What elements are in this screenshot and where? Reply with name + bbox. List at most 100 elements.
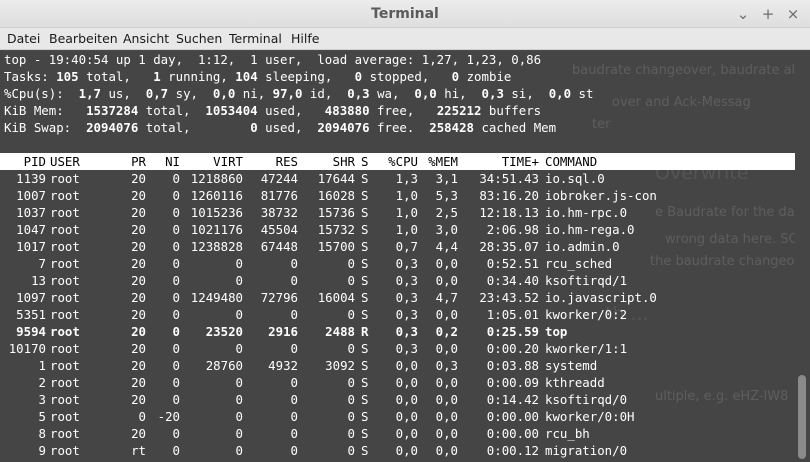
- cell-user: root: [50, 358, 80, 373]
- cell-state: S: [361, 290, 369, 305]
- cell-pid: 10170: [8, 341, 46, 356]
- cell-res: 0: [290, 256, 298, 271]
- cell-res: 0: [290, 375, 298, 390]
- cell-pid: 1037: [16, 205, 46, 220]
- process-row: 1017 root 20 0 1238828 67448 15700 S 0,7 4,4 28:35…: [0, 238, 795, 255]
- process-row: 2 root 20 0 0 0 0 S 0,0 0,0 0:00.09 kthreadd: [0, 374, 795, 391]
- process-row: 7 root 20 0 0 0 0 S 0,3 0,0 0:52.51 rcu_sched: [0, 255, 795, 272]
- cell-res: 0: [290, 307, 298, 322]
- process-row: 1139 root 20 0 1218860 47244 17644 S 1,3 3,1 34:51…: [0, 170, 795, 187]
- cell-pid: 1007: [16, 188, 46, 203]
- cell-cpu: 0,3: [395, 290, 418, 305]
- cell-command: io.hm-rpc.0: [545, 205, 628, 220]
- cell-user: root: [50, 256, 80, 271]
- cell-cpu: 0,0: [395, 392, 418, 407]
- cell-shr: 3092: [325, 358, 355, 373]
- cell-user: root: [50, 426, 80, 441]
- cell-command: top: [545, 324, 568, 339]
- cell-cpu: 0,0: [395, 375, 418, 390]
- close-icon[interactable]: ×: [782, 3, 804, 25]
- cell-virt: 0: [235, 307, 243, 322]
- cell-res: 0: [290, 341, 298, 356]
- cell-command: kworker/0:2: [545, 307, 628, 322]
- cell-time: 0:03.88: [486, 358, 539, 373]
- menu-suchen[interactable]: Suchen: [176, 31, 222, 46]
- menu-bar: Datei Bearbeiten Ansicht Suchen Terminal…: [0, 28, 810, 50]
- cell-pid: 1139: [16, 171, 46, 186]
- cell-state: S: [361, 358, 369, 373]
- cell-mem: 0,0: [435, 443, 458, 458]
- process-row: 1097 root 20 0 1249480 72796 16004 S 0,3 4,7 23:43…: [0, 289, 795, 306]
- cell-pr: 20: [131, 256, 146, 271]
- cell-virt: 0: [235, 443, 243, 458]
- cell-command: io.admin.0: [545, 239, 620, 254]
- cell-pr: 20: [131, 426, 146, 441]
- title-bar[interactable]: Terminal ⌄ + ×: [0, 0, 810, 28]
- col-pr: PR: [131, 154, 146, 169]
- process-row: 1037 root 20 0 1015236 38732 15736 S 1,0 2,5 12:18…: [0, 204, 795, 221]
- cell-shr: 0: [347, 409, 355, 424]
- cell-shr: 15700: [317, 239, 355, 254]
- cell-pid: 3: [38, 392, 46, 407]
- cell-pr: 20: [131, 171, 146, 186]
- cell-pr: 20: [131, 188, 146, 203]
- cell-cpu: 1,3: [395, 171, 418, 186]
- cell-time: 0:00.09: [486, 375, 539, 390]
- cell-ni: 0: [172, 375, 180, 390]
- cell-time: 28:35.07: [479, 239, 539, 254]
- cell-state: S: [361, 426, 369, 441]
- menu-terminal[interactable]: Terminal: [229, 31, 282, 46]
- cell-pid: 8: [38, 426, 46, 441]
- cell-user: root: [50, 273, 80, 288]
- cell-user: root: [50, 205, 80, 220]
- col-pid: PID: [23, 154, 46, 169]
- cell-time: 0:00.00: [486, 409, 539, 424]
- menu-hilfe[interactable]: Hilfe: [291, 31, 319, 46]
- cell-res: 0: [290, 443, 298, 458]
- cell-time: 0:00.00: [486, 426, 539, 441]
- process-row: 9 root rt 0 0 0 0 S 0,0 0,0 0:00.12 migration/0: [0, 442, 795, 459]
- cell-ni: 0: [172, 290, 180, 305]
- cell-state: S: [361, 205, 369, 220]
- cell-time: 23:43.52: [479, 290, 539, 305]
- process-row: 9594 root 20 0 23520 2916 2488 R 0,3 0,2 0:25.59 to…: [0, 323, 795, 340]
- process-row: 5351 root 20 0 0 0 0 S 0,3 0,0 1:05.01 kworker/0:2: [0, 306, 795, 323]
- maximize-icon[interactable]: +: [757, 3, 779, 25]
- cell-pr: 20: [131, 392, 146, 407]
- cell-res: 81776: [260, 188, 298, 203]
- cell-state: S: [361, 341, 369, 356]
- cell-command: io.javascript.0: [545, 290, 657, 305]
- cell-shr: 17644: [317, 171, 355, 186]
- terminal-output[interactable]: baudrate changeover, baudrate alwa over …: [0, 51, 795, 462]
- cell-command: kthreadd: [545, 375, 605, 390]
- scrollbar-thumb[interactable]: [798, 375, 806, 459]
- cell-pr: 20: [131, 290, 146, 305]
- cell-virt: 1218860: [190, 171, 243, 186]
- cell-shr: 15732: [317, 222, 355, 237]
- minimize-icon[interactable]: ⌄: [732, 3, 754, 25]
- cell-command: io.sql.0: [545, 171, 605, 186]
- cell-mem: 0,0: [435, 273, 458, 288]
- menu-ansicht[interactable]: Ansicht: [123, 31, 169, 46]
- cell-pr: 20: [131, 239, 146, 254]
- cell-shr: 0: [347, 426, 355, 441]
- cell-mem: 0,3: [435, 358, 458, 373]
- cell-shr: 0: [347, 392, 355, 407]
- cell-ni: 0: [172, 171, 180, 186]
- cell-mem: 0,0: [435, 375, 458, 390]
- cell-user: root: [50, 222, 80, 237]
- menu-datei[interactable]: Datei: [7, 31, 40, 46]
- terminal-window: Terminal ⌄ + × Datei Bearbeiten Ansicht …: [0, 0, 810, 462]
- cell-state: S: [361, 256, 369, 271]
- cell-command: iobroker.js-con: [545, 188, 657, 203]
- cell-user: root: [50, 443, 80, 458]
- cell-pr: 20: [131, 222, 146, 237]
- menu-bearbeiten[interactable]: Bearbeiten: [49, 31, 118, 46]
- cell-pid: 9: [38, 443, 46, 458]
- cell-ni: 0: [172, 256, 180, 271]
- cell-shr: 0: [347, 256, 355, 271]
- cell-virt: 0: [235, 341, 243, 356]
- cell-command: rcu_sched: [545, 256, 613, 271]
- cell-command: io.hm-rega.0: [545, 222, 635, 237]
- cell-res: 38732: [260, 205, 298, 220]
